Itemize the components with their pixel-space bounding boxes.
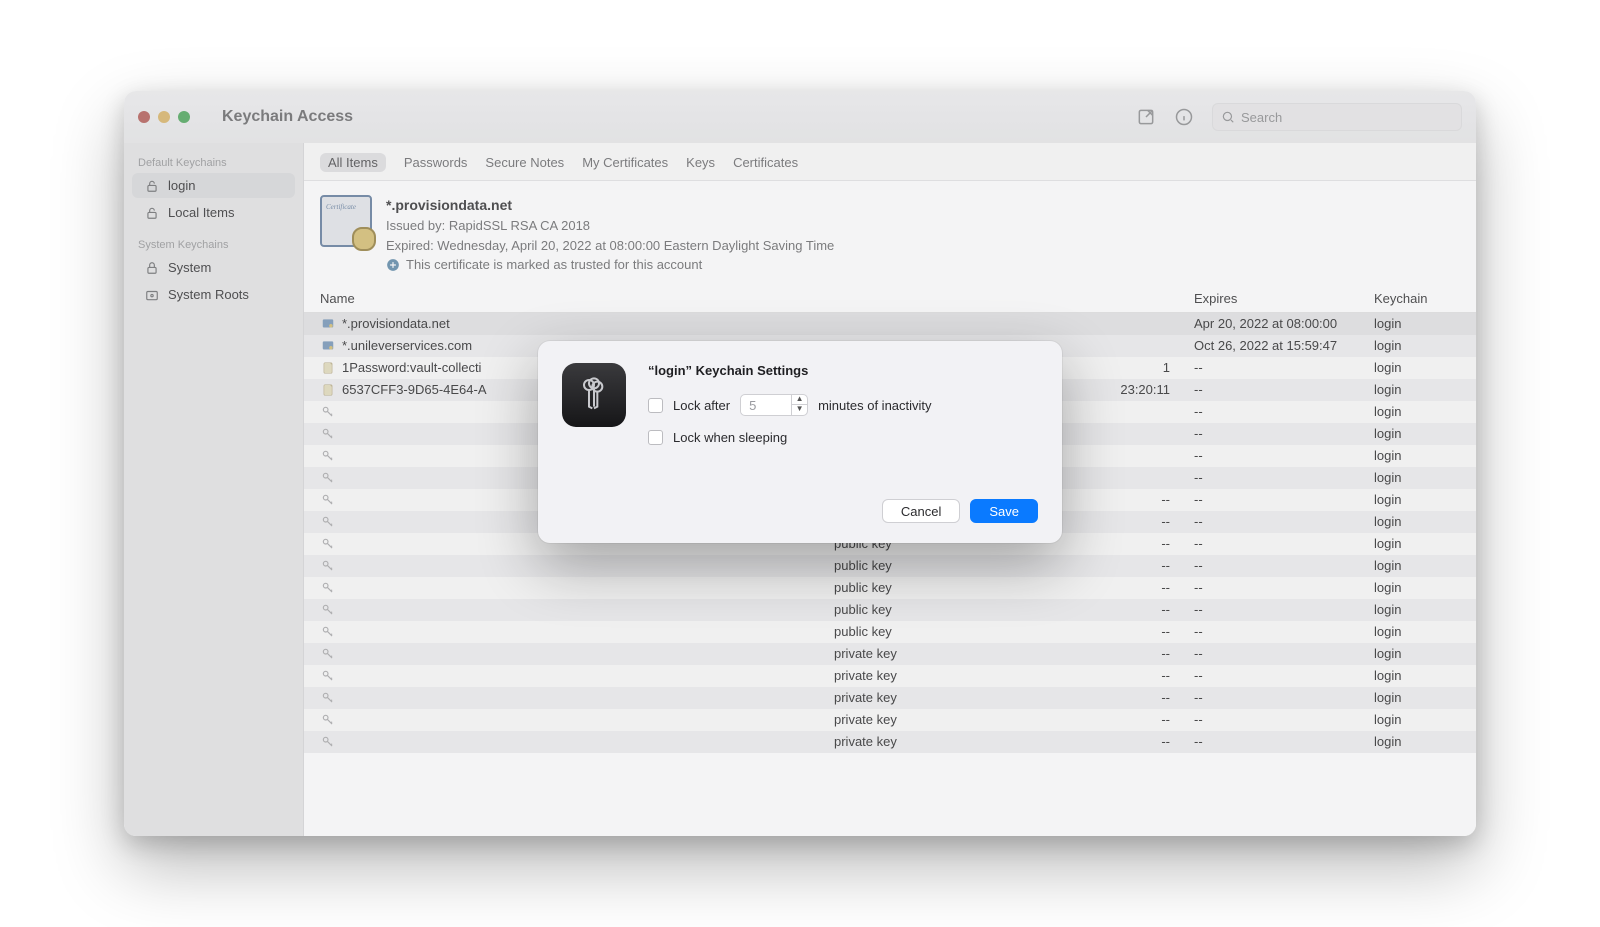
lock-when-sleeping-checkbox[interactable] — [648, 430, 663, 445]
cancel-button[interactable]: Cancel — [882, 499, 960, 523]
modal-title: “login” Keychain Settings — [648, 363, 1038, 378]
stepper-down-icon[interactable]: ▼ — [792, 405, 807, 415]
keychain-app-icon — [562, 363, 626, 427]
lock-after-minutes-stepper[interactable]: ▲ ▼ — [740, 394, 808, 416]
lock-after-minutes-input[interactable] — [741, 398, 791, 413]
keychain-settings-modal: “login” Keychain Settings Lock after ▲ ▼… — [538, 341, 1062, 543]
lock-when-sleeping-label: Lock when sleeping — [673, 430, 787, 445]
app-window: Keychain Access Search Default Keychains… — [124, 91, 1476, 836]
save-button[interactable]: Save — [970, 499, 1038, 523]
lock-after-suffix: minutes of inactivity — [818, 398, 931, 413]
lock-after-label: Lock after — [673, 398, 730, 413]
lock-after-checkbox[interactable] — [648, 398, 663, 413]
